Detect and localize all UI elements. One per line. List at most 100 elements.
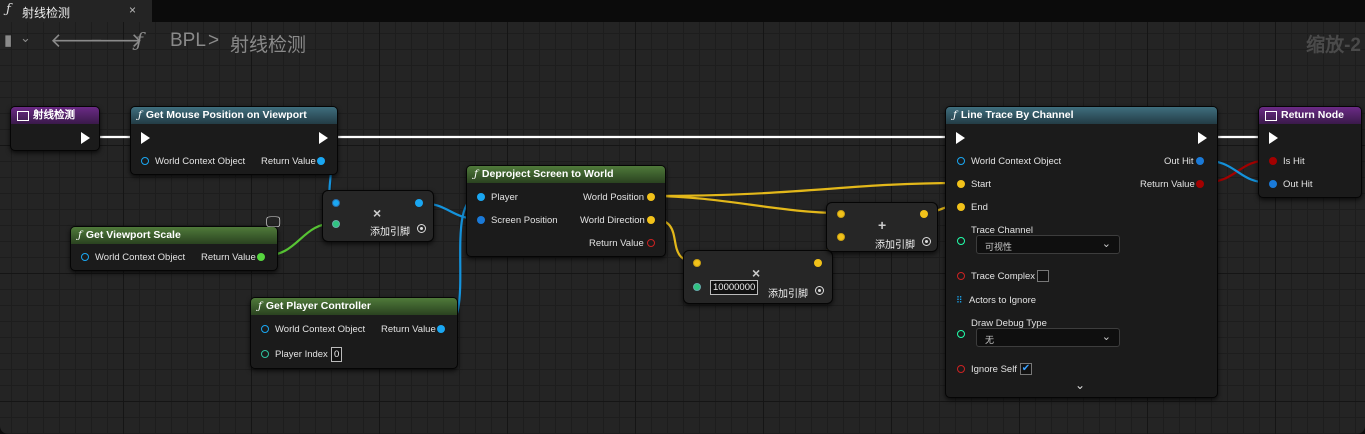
is-hit-label: Is Hit (1283, 156, 1305, 167)
world-context-label: World Context Object (155, 156, 246, 167)
add-node[interactable]: + 添加引脚 (826, 202, 938, 252)
chevron-down-icon: ⌄ (1101, 331, 1111, 343)
return-value-pin[interactable] (317, 157, 325, 165)
add-pin-label[interactable]: 添加引脚 (370, 223, 410, 238)
multiply-node[interactable]: × 10000000 添加引脚 (683, 250, 833, 304)
ignore-self-pin[interactable] (957, 365, 965, 373)
out-hit-label: Out Hit (1164, 156, 1194, 167)
exec-out-pin[interactable] (1198, 132, 1207, 144)
tab-line-trace[interactable]: ƒ 射线检测 × (0, 0, 152, 23)
add-pin-label[interactable]: 添加引脚 (768, 285, 808, 300)
get-mouse-position-node[interactable]: ƒ Get Mouse Position on Viewport World Co… (130, 106, 338, 175)
trace-complex-label: Trace Complex (971, 271, 1036, 282)
screen-position-label: Screen Position (491, 215, 558, 226)
multiply-in-a-pin[interactable] (693, 259, 701, 267)
exec-in-pin[interactable] (1269, 132, 1278, 144)
add-pin-icon[interactable] (417, 224, 426, 233)
multiply-in-b-pin[interactable] (693, 283, 701, 291)
return-value-label: Return Value (381, 324, 436, 335)
expand-chevron-icon[interactable]: ⌄ (1075, 378, 1085, 392)
ignore-self-label: Ignore Self (971, 364, 1017, 375)
function-icon: ƒ (258, 300, 262, 312)
player-label: Player (491, 192, 518, 203)
player-index-pin[interactable] (261, 350, 269, 358)
function-entry-node[interactable]: 射线检测 (10, 106, 100, 151)
world-position-pin[interactable] (647, 193, 655, 201)
trace-complex-pin[interactable] (957, 272, 965, 280)
world-context-pin[interactable] (81, 253, 89, 261)
world-direction-pin[interactable] (647, 216, 655, 224)
graph-canvas[interactable]: ▮ ⌄ 🡐 🡒 ƒ BPL > 射线检测 缩放-2 射线检测 ƒ Get Mou… (0, 22, 1365, 434)
tab-title: 射线检测 (22, 6, 71, 20)
divide-node[interactable]: × 添加引脚 (322, 190, 434, 242)
deproject-screen-node[interactable]: ƒ Deproject Screen to World Player Screen… (466, 165, 666, 257)
chevron-down-icon: ⌄ (1101, 238, 1111, 250)
return-value-label: Return Value (589, 238, 644, 249)
world-context-pin[interactable] (957, 157, 965, 165)
return-value-label: Return Value (1140, 179, 1195, 190)
add-pin-icon[interactable] (922, 237, 931, 246)
player-index-input[interactable]: 0 (331, 347, 343, 362)
start-label: Start (971, 179, 992, 190)
out-hit-pin[interactable] (1269, 180, 1277, 188)
tab-bar: ƒ 射线检测 × (0, 0, 1365, 23)
return-value-pin[interactable] (1196, 180, 1204, 188)
get-player-controller-node[interactable]: ƒ Get Player Controller World Context Obj… (250, 297, 458, 369)
out-hit-label: Out Hit (1283, 179, 1313, 190)
array-pin-icon[interactable]: ⠿ (956, 295, 966, 305)
player-index-label: Player Index (275, 349, 328, 360)
world-context-label: World Context Object (275, 324, 366, 335)
vector-wire-dir-add (651, 194, 841, 215)
start-pin[interactable] (957, 180, 965, 188)
add-symbol: + (878, 217, 887, 233)
divide-in-b-pin[interactable] (332, 220, 340, 228)
function-icon: ƒ (953, 109, 957, 121)
add-out-pin[interactable] (920, 210, 928, 218)
divide-symbol: × (373, 205, 382, 221)
world-context-pin[interactable] (261, 325, 269, 333)
line-trace-by-channel-node[interactable]: ƒ Line Trace By Channel World Context Obj… (945, 106, 1218, 398)
multiply-out-pin[interactable] (814, 259, 822, 267)
draw-debug-type-pin[interactable] (957, 330, 965, 338)
add-in-b-pin[interactable] (837, 233, 845, 241)
function-icon: ƒ (6, 2, 11, 17)
function-entry-icon (17, 110, 29, 121)
screen-position-pin[interactable] (477, 216, 485, 224)
is-hit-pin[interactable] (1269, 157, 1277, 165)
divide-out-pin[interactable] (415, 199, 423, 207)
end-label: End (971, 202, 988, 213)
return-node[interactable]: Return Node Is Hit Out Hit (1258, 106, 1362, 198)
vector-wire-position (651, 181, 959, 198)
return-value-pin[interactable] (647, 239, 655, 247)
exec-out-pin[interactable] (319, 132, 328, 144)
world-context-label: World Context Object (971, 156, 1062, 167)
close-icon[interactable]: × (129, 3, 136, 17)
trace-channel-dropdown[interactable]: 可视性 ⌄ (976, 235, 1120, 254)
return-value-pin[interactable] (437, 325, 445, 333)
return-node-icon (1265, 110, 1277, 121)
multiply-value-input[interactable]: 10000000 (710, 280, 759, 295)
exec-out-pin[interactable] (81, 132, 90, 144)
player-pin[interactable] (477, 193, 485, 201)
world-context-label: World Context Object (95, 252, 186, 263)
add-pin-icon[interactable] (815, 286, 824, 295)
add-in-a-pin[interactable] (837, 210, 845, 218)
trace-complex-checkbox[interactable] (1037, 270, 1049, 282)
ignore-self-checkbox[interactable]: ✔ (1020, 363, 1032, 375)
actors-to-ignore-label: Actors to Ignore (969, 295, 1037, 306)
draw-debug-type-dropdown[interactable]: 无 ⌄ (976, 328, 1120, 347)
return-value-label: Return Value (261, 156, 316, 167)
end-pin[interactable] (957, 203, 965, 211)
function-icon: ƒ (474, 168, 478, 180)
trace-channel-pin[interactable] (957, 237, 965, 245)
exec-in-pin[interactable] (956, 132, 965, 144)
return-value-pin[interactable] (257, 253, 265, 261)
add-pin-label[interactable]: 添加引脚 (875, 236, 915, 251)
world-direction-label: World Direction (580, 215, 645, 226)
exec-in-pin[interactable] (141, 132, 150, 144)
divide-in-a-pin[interactable] (332, 199, 340, 207)
world-context-pin[interactable] (141, 157, 149, 165)
return-value-label: Return Value (201, 252, 256, 263)
get-viewport-scale-node[interactable]: ƒ Get Viewport Scale World Context Object… (70, 226, 278, 271)
out-hit-pin[interactable] (1196, 157, 1204, 165)
